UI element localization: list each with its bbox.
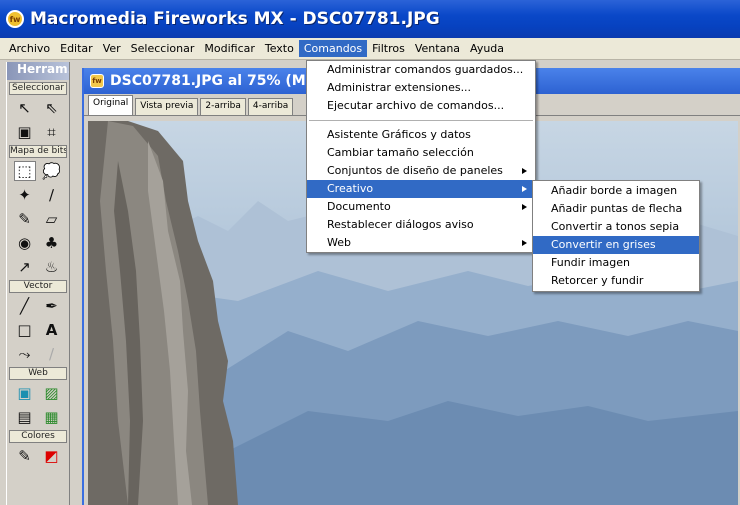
menu-item-restablecer-dialogos[interactable]: Restablecer diálogos aviso	[307, 216, 535, 234]
tools-panel: Herram. Seleccionar ↖ ⇖ ▣ ⌗ Mapa de bits…	[6, 62, 70, 505]
menu-bar: Archivo Editar Ver Seleccionar Modificar…	[0, 38, 740, 60]
menu-seleccionar[interactable]: Seleccionar	[126, 40, 200, 57]
lasso-icon[interactable]: 💭	[41, 161, 63, 181]
marquee-icon[interactable]: ⬚	[13, 161, 36, 181]
rectangle-icon[interactable]: □	[14, 320, 36, 340]
stroke-color-icon[interactable]: ✎	[14, 446, 36, 466]
crop-icon[interactable]: ⌗	[41, 122, 63, 142]
creativo-submenu: Añadir borde a imagen Añadir puntas de f…	[532, 180, 700, 292]
tab-4-arriba[interactable]: 4-arriba	[247, 98, 294, 115]
menu-filtros[interactable]: Filtros	[367, 40, 410, 57]
hide-slices-icon[interactable]: ▤	[14, 407, 36, 427]
eyedropper-icon[interactable]: ↗	[14, 257, 36, 277]
menu-texto[interactable]: Texto	[260, 40, 299, 57]
document-title: DSC07781.JPG al 75% (Mapa	[110, 73, 335, 89]
rubber-stamp-icon[interactable]: ♣	[41, 233, 63, 253]
tab-original[interactable]: Original	[88, 95, 134, 115]
brush-icon[interactable]: ∕	[41, 185, 63, 205]
submenu-arrow-icon	[522, 168, 527, 174]
menu-item-ejecutar-archivo[interactable]: Ejecutar archivo de comandos...	[307, 97, 535, 115]
freeform-icon[interactable]: ⤳	[14, 344, 36, 364]
submenu-item-anadir-puntas[interactable]: Añadir puntas de flecha	[533, 200, 699, 218]
submenu-item-fundir-imagen[interactable]: Fundir imagen	[533, 254, 699, 272]
menu-item-asistente-graficos[interactable]: Asistente Gráficos y datos	[307, 126, 535, 144]
submenu-arrow-icon	[522, 240, 527, 246]
pen-icon[interactable]: ✒	[41, 296, 63, 316]
tools-panel-header[interactable]: Herram.	[7, 62, 69, 80]
menu-archivo[interactable]: Archivo	[4, 40, 55, 57]
menu-ventana[interactable]: Ventana	[410, 40, 465, 57]
section-mapa-de-bits: Mapa de bits	[9, 145, 67, 158]
menu-item-cambiar-tamano[interactable]: Cambiar tamaño selección	[307, 144, 535, 162]
paint-bucket-icon[interactable]: ♨	[41, 257, 63, 277]
document-icon: fw	[90, 74, 104, 88]
menu-item-creativo[interactable]: Creativo	[307, 180, 535, 198]
section-seleccionar: Seleccionar	[9, 82, 67, 95]
app-titlebar: fw Macromedia Fireworks MX - DSC07781.JP…	[0, 0, 740, 38]
menu-ayuda[interactable]: Ayuda	[465, 40, 509, 57]
line-icon[interactable]: ╱	[14, 296, 36, 316]
submenu-arrow-icon	[522, 186, 527, 192]
menu-item-administrar-extensiones[interactable]: Administrar extensiones...	[307, 79, 535, 97]
submenu-arrow-icon	[522, 204, 527, 210]
menu-item-documento[interactable]: Documento	[307, 198, 535, 216]
menu-editar[interactable]: Editar	[55, 40, 98, 57]
section-colores: Colores	[9, 430, 67, 443]
fireworks-app-icon[interactable]: fw	[6, 10, 24, 28]
subselect-icon[interactable]: ⇖	[41, 98, 63, 118]
pencil-icon[interactable]: ✎	[14, 209, 36, 229]
submenu-item-anadir-borde[interactable]: Añadir borde a imagen	[533, 182, 699, 200]
slice-icon[interactable]: ▨	[41, 383, 63, 403]
text-icon[interactable]: A	[41, 320, 63, 340]
menu-item-administrar-comandos[interactable]: Administrar comandos guardados...	[307, 61, 535, 79]
menu-item-web[interactable]: Web	[307, 234, 535, 252]
eraser-icon[interactable]: ▱	[41, 209, 63, 229]
menu-comandos[interactable]: Comandos	[298, 40, 368, 57]
submenu-item-retorcer-fundir[interactable]: Retorcer y fundir	[533, 272, 699, 290]
pointer-icon[interactable]: ↖	[14, 98, 36, 118]
submenu-item-tonos-sepia[interactable]: Convertir a tonos sepia	[533, 218, 699, 236]
section-web: Web	[9, 367, 67, 380]
menu-separator	[309, 120, 533, 121]
knife-icon[interactable]: ∕	[41, 344, 63, 364]
scale-icon[interactable]: ▣	[14, 122, 36, 142]
comandos-menu: Administrar comandos guardados... Admini…	[306, 60, 536, 253]
show-slices-icon[interactable]: ▦	[41, 407, 63, 427]
hotspot-icon[interactable]: ▣	[14, 383, 36, 403]
tab-vista-previa[interactable]: Vista previa	[135, 98, 199, 115]
window-title: Macromedia Fireworks MX - DSC07781.JPG	[30, 9, 440, 29]
submenu-item-convertir-grises[interactable]: Convertir en grises	[533, 236, 699, 254]
fill-color-icon[interactable]: ◩	[41, 446, 63, 466]
blur-icon[interactable]: ◉	[14, 233, 36, 253]
menu-ver[interactable]: Ver	[98, 40, 126, 57]
magic-wand-icon[interactable]: ✦	[14, 185, 36, 205]
menu-item-conjuntos-diseno[interactable]: Conjuntos de diseño de paneles	[307, 162, 535, 180]
menu-modificar[interactable]: Modificar	[199, 40, 260, 57]
tab-2-arriba[interactable]: 2-arriba	[200, 98, 246, 115]
section-vector: Vector	[9, 280, 67, 293]
